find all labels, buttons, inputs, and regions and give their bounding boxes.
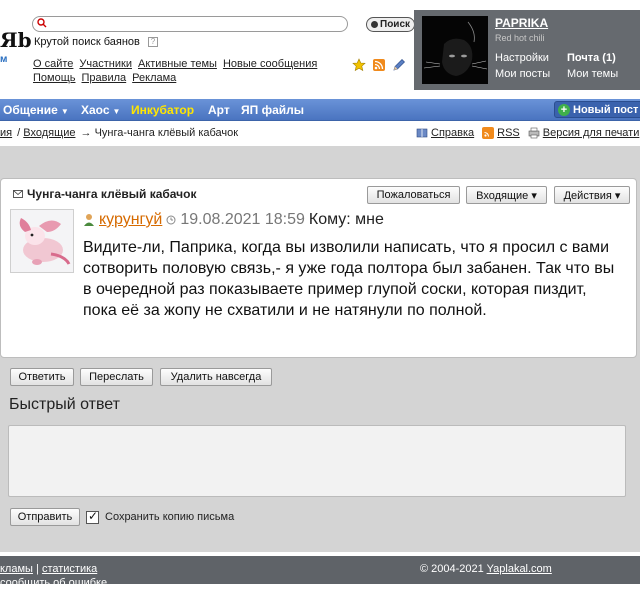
search-icon <box>37 18 47 28</box>
book-icon <box>416 128 428 138</box>
quick-reply-textarea[interactable] <box>8 425 626 497</box>
star-icon[interactable] <box>352 58 366 72</box>
message-recipient: Кому: мне <box>308 211 384 228</box>
forward-button[interactable]: Переслать <box>80 368 153 386</box>
message-date: 19.08.2021 18:59 <box>180 211 305 228</box>
site-header: Яb м Поиск Крутой поиск баянов ? О сайте… <box>0 0 640 96</box>
complain-button[interactable]: Пожаловаться <box>367 186 460 204</box>
toy-avatar-image <box>11 210 73 272</box>
rss-icon[interactable] <box>372 58 386 72</box>
new-post-button[interactable]: + Новый пост <box>554 101 640 118</box>
username-link[interactable]: PAPRIKA <box>495 16 548 30</box>
nav-about[interactable]: О сайте <box>33 58 73 70</box>
footer-ads-link[interactable]: кламы <box>0 563 33 575</box>
user-panel: PAPRIKA Red hot chili Настройки Почта (1… <box>414 10 640 90</box>
cat-avatar-image <box>422 16 488 84</box>
chevron-down-icon: ▼ <box>112 107 121 116</box>
rss-link[interactable]: RSS <box>482 127 520 139</box>
footer-report-link[interactable]: сообщить об ошибке <box>0 577 107 589</box>
save-copy-checkbox[interactable] <box>86 509 99 524</box>
page-tools: Справка RSS Версия для печати <box>416 127 639 139</box>
rss-icon <box>482 127 495 139</box>
clock-icon <box>166 215 176 225</box>
header-nav-row2: Помощь Правила Реклама <box>33 72 176 84</box>
breadcrumb: ия / Входящие → Чунга-чанга клёвый кабач… <box>0 127 239 139</box>
nav-rules[interactable]: Правила <box>82 72 127 84</box>
site-footer: кламы | статистика сообщить об ошибке © … <box>0 556 640 589</box>
nav-members[interactable]: Участники <box>79 58 132 70</box>
inbox-folder-dropdown[interactable]: Входящие ▾ <box>466 186 547 204</box>
message-panel: Чунга-чанга клёвый кабачок Пожаловаться … <box>0 178 637 358</box>
main-nav-bar: Общение ▼ Хаос ▼ Инкубатор Арт ЯП файлы + … <box>0 99 640 121</box>
send-button[interactable]: Отправить <box>10 508 80 526</box>
nav-menu-communication[interactable]: Общение ▼ <box>3 103 69 117</box>
search-tagline: Крутой поиск баянов <box>34 36 140 48</box>
chevron-down-icon: ▼ <box>60 107 69 116</box>
footer-site-link[interactable]: Yaplakal.com <box>487 563 552 575</box>
footer-stats-link[interactable]: статистика <box>42 563 97 575</box>
nav-help[interactable]: Помощь <box>33 72 76 84</box>
plus-icon: + <box>558 104 570 116</box>
help-icon[interactable]: ? <box>148 37 158 47</box>
user-my-topics-link[interactable]: Мои темы <box>567 68 618 80</box>
footer-copyright: © 2004-2021 Yaplakal.com <box>420 563 552 575</box>
pencil-icon[interactable] <box>392 58 406 72</box>
author-link[interactable]: курунгуй <box>99 211 162 229</box>
message-title: Чунга-чанга клёвый кабачок <box>13 187 196 201</box>
nav-menu-chaos[interactable]: Хаос ▼ <box>81 103 120 117</box>
user-icon <box>84 214 94 226</box>
header-nav-row1: О сайте Участники Активные темы Новые со… <box>33 58 317 70</box>
printer-icon <box>528 127 540 139</box>
user-subtitle: Red hot chili <box>495 33 545 43</box>
search-input[interactable] <box>49 18 341 30</box>
footer-links: кламы | статистика <box>0 563 98 575</box>
quick-reply-title: Быстрый ответ <box>9 396 120 413</box>
actions-dropdown[interactable]: Действия ▾ <box>554 186 630 204</box>
help-link[interactable]: Справка <box>416 127 474 139</box>
search-button[interactable]: Поиск <box>366 17 416 32</box>
site-logo[interactable]: Яb <box>0 28 32 52</box>
nav-new-messages[interactable]: Новые сообщения <box>223 58 317 70</box>
nav-menu-files[interactable]: ЯП файлы <box>241 103 304 117</box>
reply-button[interactable]: Ответить <box>10 368 74 386</box>
header-icons <box>352 58 406 72</box>
user-mail-link[interactable]: Почта (1) <box>567 52 616 64</box>
nav-menu-art[interactable]: Арт <box>208 103 230 117</box>
sender-avatar[interactable] <box>10 209 74 273</box>
nav-active-topics[interactable]: Активные темы <box>138 58 217 70</box>
search-button-icon <box>371 21 378 28</box>
user-avatar[interactable] <box>422 16 488 84</box>
message-meta: курунгуй 19.08.2021 18:59 Кому: мне <box>83 211 384 229</box>
breadcrumb-current: Чунга-чанга клёвый кабачок <box>94 127 239 139</box>
message-body: Видите-ли, Паприка, когда вы изволили на… <box>83 239 615 319</box>
save-copy-label: Сохранить копию письма <box>105 511 235 523</box>
quick-reply-controls: Отправить Сохранить копию письма <box>10 508 234 526</box>
user-settings-link[interactable]: Настройки <box>495 52 549 64</box>
site-logo-sub: м <box>0 54 8 65</box>
nav-ads[interactable]: Реклама <box>132 72 176 84</box>
print-version-link[interactable]: Версия для печати <box>528 127 639 139</box>
breadcrumb-root[interactable]: ия <box>0 127 12 139</box>
search-box <box>32 16 348 32</box>
user-my-posts-link[interactable]: Мои посты <box>495 68 550 80</box>
delete-forever-button[interactable]: Удалить навсегда <box>160 368 272 386</box>
nav-menu-incubator[interactable]: Инкубатор <box>131 103 194 117</box>
breadcrumb-inbox[interactable]: Входящие <box>23 127 75 139</box>
mail-icon <box>13 190 23 198</box>
